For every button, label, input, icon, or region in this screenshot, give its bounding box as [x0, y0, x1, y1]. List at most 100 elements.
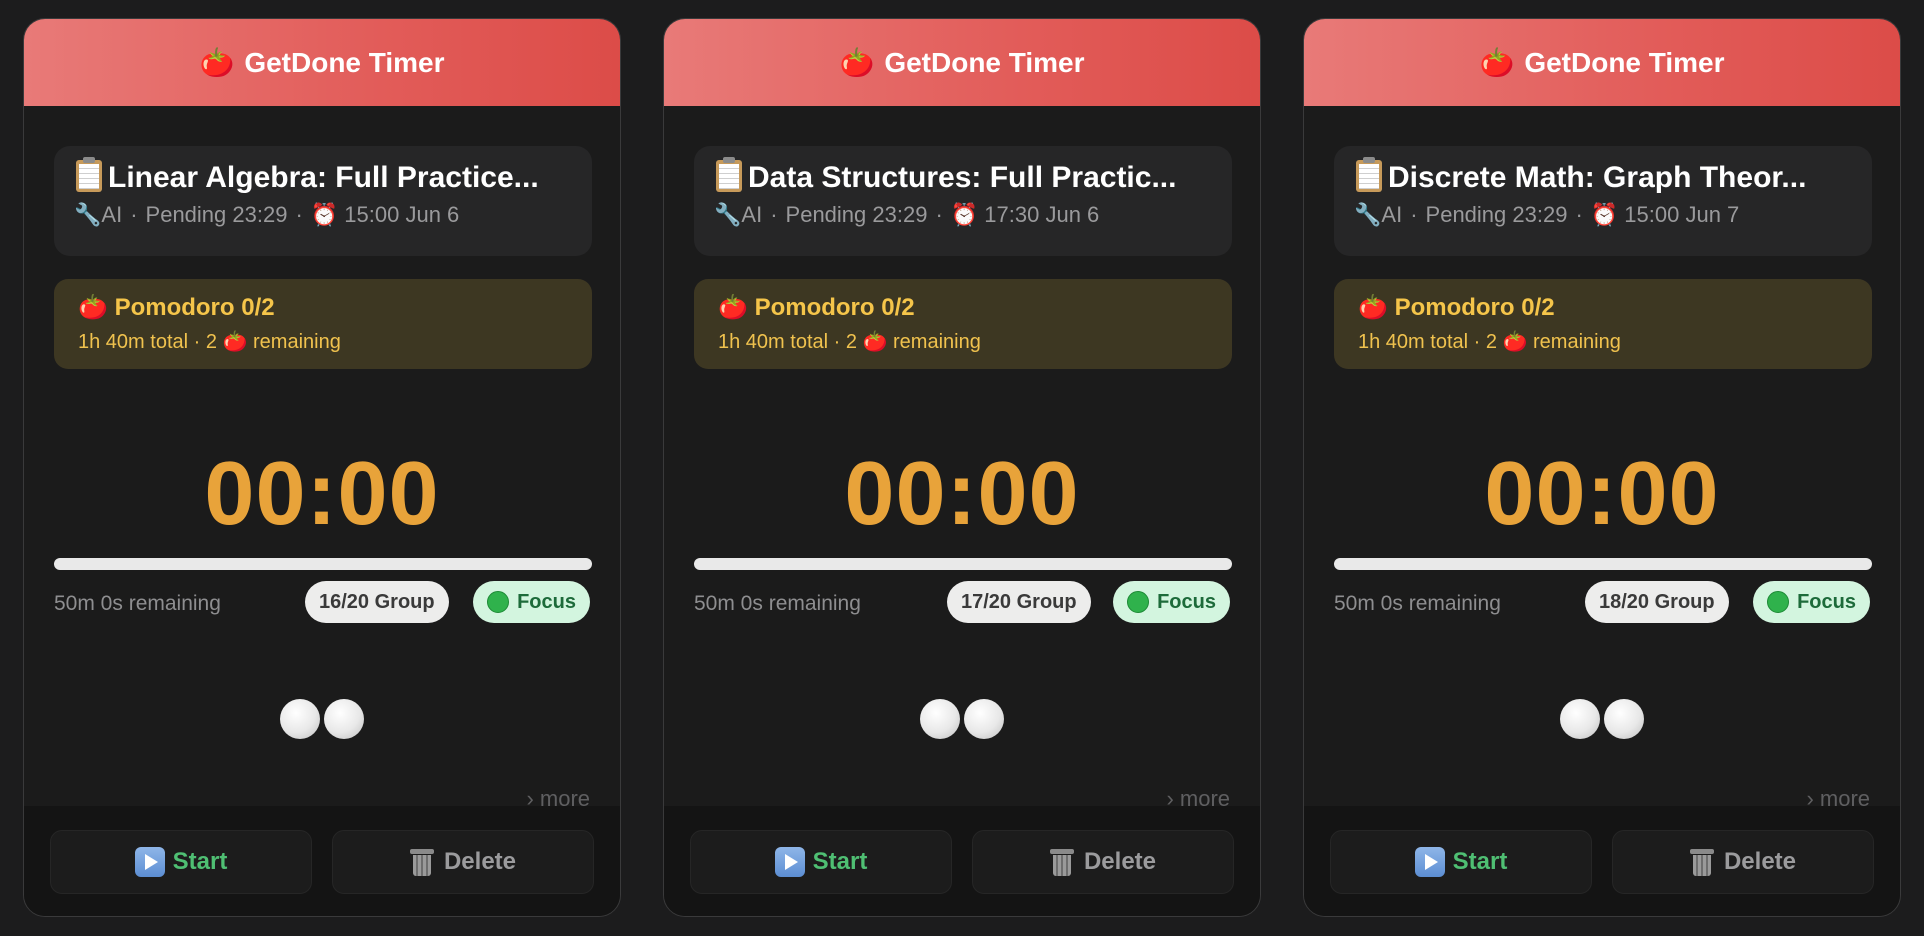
focus-label: Focus — [517, 590, 576, 613]
task-meta: 🔧AI · Pending 23:29 · ⏰ 17:30 Jun 6 — [714, 202, 1100, 228]
delete-button[interactable]: Delete — [332, 830, 594, 894]
timer-display: 00:00 — [1484, 444, 1720, 544]
start-label: Start — [812, 848, 868, 875]
pomodoro-total: 1h 40m total — [718, 331, 829, 353]
trash-icon — [409, 847, 434, 877]
timer-display: 00:00 — [204, 444, 440, 544]
task-due: 15:00 Jun 6 — [344, 202, 460, 227]
pomodoro-remaining-label: remaining — [253, 331, 341, 353]
tomato-icon: 🍅 — [862, 329, 888, 353]
task-info[interactable]: Data Structures: Full Practic... 🔧AI · Pen… — [694, 146, 1232, 256]
delete-label: Delete — [443, 848, 517, 875]
session-indicators — [24, 699, 620, 739]
task-info[interactable]: Discrete Math: Graph Theor... 🔧AI · Pendin… — [1334, 146, 1872, 256]
white-circle-icon — [964, 699, 1004, 739]
session-indicators — [664, 699, 1260, 739]
pomodoro-remaining-count: 2 — [845, 331, 857, 353]
play-icon — [1414, 847, 1445, 877]
group-badge: 16/20 Group — [305, 581, 449, 623]
delete-button[interactable]: Delete — [1612, 830, 1874, 894]
pomodoro-panel: 🍅 Pomodoro 0/2 1h 40m total · 2 🍅 remain… — [694, 279, 1232, 369]
task-info[interactable]: Linear Algebra: Full Practice... 🔧AI · Pen… — [54, 146, 592, 256]
focus-label: Focus — [1157, 590, 1216, 613]
header-title: GetDone Timer — [1524, 46, 1725, 78]
card-footer: Start Delete — [664, 806, 1260, 916]
pomodoro-count: Pomodoro 0/2 — [1394, 294, 1555, 321]
start-button[interactable]: Start — [690, 830, 952, 894]
pomodoro-remaining-count: 2 — [205, 331, 217, 353]
task-status: Pending 23:29 — [1425, 202, 1568, 227]
tomato-icon: 🍅 — [199, 46, 235, 79]
tomato-icon: 🍅 — [1479, 46, 1515, 79]
start-button[interactable]: Start — [1330, 830, 1592, 894]
white-circle-icon — [920, 699, 960, 739]
task-due: 15:00 Jun 7 — [1624, 202, 1740, 227]
wrench-icon: 🔧 — [1354, 203, 1382, 228]
timer-display: 00:00 — [844, 444, 1080, 544]
pomodoro-summary: 1h 40m total · 2 🍅 remaining — [78, 329, 341, 353]
header-title: GetDone Timer — [244, 46, 445, 78]
delete-button[interactable]: Delete — [972, 830, 1234, 894]
task-meta: 🔧AI · Pending 23:29 · ⏰ 15:00 Jun 7 — [1354, 202, 1740, 228]
task-due: 17:30 Jun 6 — [984, 202, 1100, 227]
card-footer: Start Delete — [1304, 806, 1900, 916]
pomodoro-title: 🍅 Pomodoro 0/2 — [718, 289, 1208, 326]
tomato-icon: 🍅 — [839, 46, 875, 79]
tomato-icon: 🍅 — [78, 293, 108, 321]
focus-badge: Focus — [1753, 581, 1870, 623]
pomodoro-summary: 1h 40m total · 2 🍅 remaining — [1358, 329, 1621, 353]
clipboard-icon — [714, 156, 744, 192]
group-badge: 17/20 Group — [947, 581, 1091, 623]
tomato-icon: 🍅 — [222, 329, 248, 353]
pomodoro-remaining-label: remaining — [1533, 331, 1621, 353]
clipboard-icon — [74, 156, 104, 192]
remaining-time: 50m 0s remaining — [694, 592, 861, 615]
remaining-time: 50m 0s remaining — [54, 592, 221, 615]
pomodoro-total: 1h 40m total — [78, 331, 189, 353]
header-title: GetDone Timer — [884, 46, 1085, 78]
pomodoro-title: 🍅 Pomodoro 0/2 — [1358, 289, 1848, 326]
card-header: 🍅 GetDone Timer — [664, 19, 1260, 106]
tomato-icon: 🍅 — [1358, 293, 1388, 321]
task-title-text: Linear Algebra: Full Practice... — [108, 161, 539, 194]
alarm-clock-icon: ⏰ — [950, 203, 979, 228]
timer-card: 🍅 GetDone Timer Discrete Math: Graph The… — [1303, 18, 1901, 917]
alarm-clock-icon: ⏰ — [310, 203, 339, 228]
green-circle-icon — [487, 591, 510, 613]
pomodoro-summary: 1h 40m total · 2 🍅 remaining — [718, 329, 981, 353]
card-header: 🍅 GetDone Timer — [1304, 19, 1900, 106]
pomodoro-remaining-count: 2 — [1485, 331, 1497, 353]
tomato-icon: 🍅 — [718, 293, 748, 321]
play-icon — [774, 847, 805, 877]
delete-label: Delete — [1723, 848, 1797, 875]
task-title-text: Discrete Math: Graph Theor... — [1388, 161, 1807, 194]
start-button[interactable]: Start — [50, 830, 312, 894]
trash-icon — [1049, 847, 1074, 877]
pomodoro-count: Pomodoro 0/2 — [114, 294, 275, 321]
task-status: Pending 23:29 — [145, 202, 288, 227]
wrench-icon: 🔧 — [74, 203, 102, 228]
white-circle-icon — [324, 699, 364, 739]
white-circle-icon — [1604, 699, 1644, 739]
session-indicators — [1304, 699, 1900, 739]
task-title: Linear Algebra: Full Practice... — [74, 156, 572, 198]
timer-card: 🍅 GetDone Timer Data Structures: Full Pr… — [663, 18, 1261, 917]
task-type: AI — [741, 202, 763, 227]
delete-label: Delete — [1083, 848, 1157, 875]
focus-badge: Focus — [473, 581, 590, 623]
tomato-icon: 🍅 — [1502, 329, 1528, 353]
task-type: AI — [1381, 202, 1403, 227]
timer-progress-bar — [54, 558, 592, 570]
focus-label: Focus — [1797, 590, 1856, 613]
pomodoro-total: 1h 40m total — [1358, 331, 1469, 353]
task-meta: 🔧AI · Pending 23:29 · ⏰ 15:00 Jun 6 — [74, 202, 460, 228]
pomodoro-panel: 🍅 Pomodoro 0/2 1h 40m total · 2 🍅 remain… — [54, 279, 592, 369]
alarm-clock-icon: ⏰ — [1590, 203, 1619, 228]
pomodoro-remaining-label: remaining — [893, 331, 981, 353]
white-circle-icon — [1560, 699, 1600, 739]
clipboard-icon — [1354, 156, 1384, 192]
timer-progress-bar — [694, 558, 1232, 570]
green-circle-icon — [1127, 591, 1150, 613]
card-header: 🍅 GetDone Timer — [24, 19, 620, 106]
wrench-icon: 🔧 — [714, 203, 742, 228]
